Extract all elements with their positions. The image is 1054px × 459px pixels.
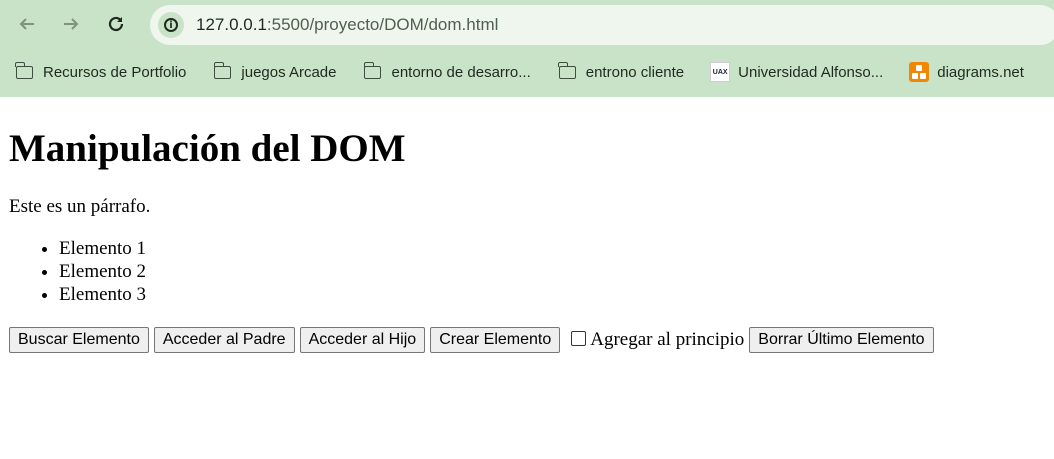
bookmark-label: diagrams.net — [937, 63, 1024, 81]
diagrams-icon — [909, 62, 930, 82]
url-text[interactable]: 127.0.0.1:5500/proyecto/DOM/dom.html — [196, 15, 498, 35]
folder-icon — [558, 61, 576, 79]
browser-toolbar: i 127.0.0.1:5500/proyecto/DOM/dom.html — [0, 0, 1054, 50]
page-content: Manipulación del DOM Este es un párrafo.… — [0, 126, 1054, 353]
list-item: Elemento 2 — [59, 260, 1045, 283]
bookmark-label: Recursos de Portfolio — [43, 63, 187, 81]
folder-icon — [363, 61, 382, 79]
agregar-principio-checkbox[interactable] — [571, 330, 587, 346]
element-list: Elemento 1 Elemento 2 Elemento 3 — [9, 237, 1045, 306]
bookmark-diagrams-net[interactable]: diagrams.net — [901, 57, 1032, 87]
address-bar[interactable]: i 127.0.0.1:5500/proyecto/DOM/dom.html — [150, 5, 1054, 45]
paragraph: Este es un párrafo. — [9, 196, 151, 217]
bookmarks-bar: Recursos de Portfolio juegos Arcade ento… — [0, 54, 1054, 90]
reload-icon — [108, 16, 124, 32]
bookmark-label: entorno de desarro... — [391, 63, 531, 81]
acceder-hijo-button[interactable]: Acceder al Hijo — [299, 327, 426, 353]
reload-button[interactable] — [101, 9, 131, 39]
borrar-ultimo-button[interactable]: Borrar Último Elemento — [749, 327, 934, 353]
buscar-elemento-button[interactable]: Buscar Elemento — [9, 327, 149, 353]
controls: Buscar Elemento Acceder al Padre Acceder… — [9, 327, 1045, 353]
uax-icon: UAX — [710, 62, 731, 82]
forward-button[interactable] — [56, 9, 86, 39]
bookmark-juegos-arcade[interactable]: juegos Arcade — [206, 57, 344, 87]
crear-elemento-button[interactable]: Crear Elemento — [430, 327, 561, 353]
bookmark-label: juegos Arcade — [241, 63, 337, 81]
bookmark-entrono-cliente[interactable]: entrono cliente — [551, 57, 692, 87]
acceder-padre-button[interactable]: Acceder al Padre — [153, 327, 295, 353]
agregar-principio-option[interactable]: Agregar al principio — [565, 329, 744, 351]
site-info-icon[interactable]: i — [158, 12, 184, 38]
arrow-left-icon — [19, 18, 34, 30]
folder-icon — [15, 61, 33, 79]
page-title: Manipulación del DOM — [9, 127, 406, 170]
arrow-right-icon — [64, 18, 79, 30]
bookmark-label: entrono cliente — [585, 63, 685, 81]
bookmark-universidad-alfonso[interactable]: UAX Universidad Alfonso... — [702, 57, 891, 87]
browser-chrome: i 127.0.0.1:5500/proyecto/DOM/dom.html R… — [0, 0, 1054, 97]
folder-icon — [213, 61, 232, 79]
list-item: Elemento 3 — [59, 283, 1045, 306]
checkbox-label: Agregar al principio — [590, 329, 745, 350]
bookmark-entorno-desarrollo[interactable]: entorno de desarro... — [356, 57, 538, 87]
bookmark-label: Universidad Alfonso... — [738, 63, 884, 81]
back-button[interactable] — [12, 9, 42, 39]
bookmark-recursos-portfolio[interactable]: Recursos de Portfolio — [8, 57, 194, 87]
list-item: Elemento 1 — [59, 237, 1045, 260]
